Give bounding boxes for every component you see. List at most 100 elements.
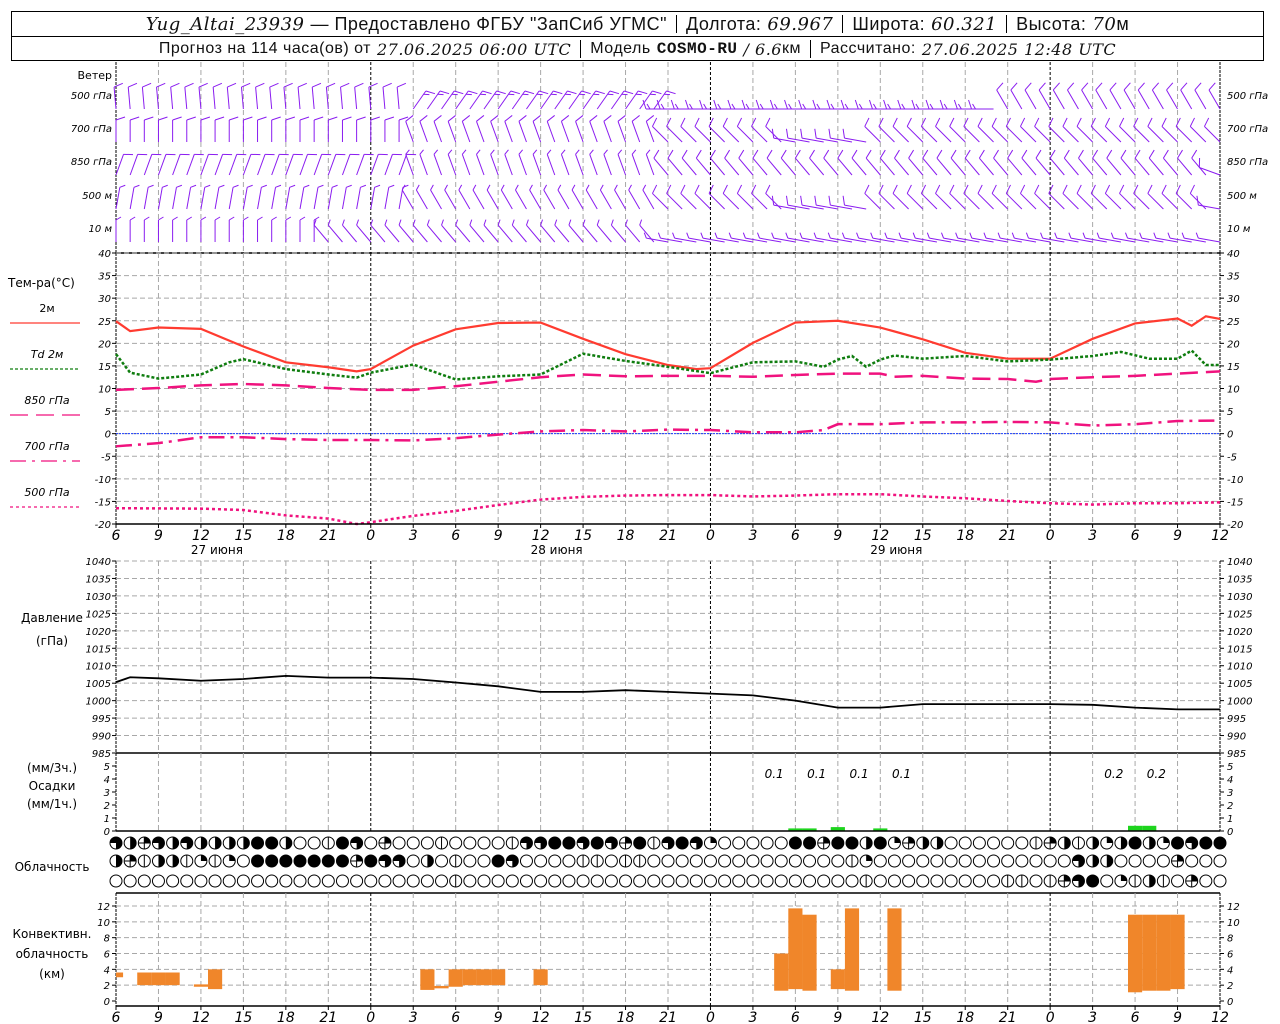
wind-barb-feather — [511, 219, 515, 226]
cloud-cover-symbol — [1086, 874, 1100, 888]
wind-barb-feather — [741, 99, 746, 110]
wind-barb — [639, 90, 662, 110]
wind-barb-feather — [666, 117, 672, 127]
cloud-circle — [1015, 854, 1029, 868]
cloud-fill — [1149, 837, 1156, 849]
cloud-cover-symbol — [604, 854, 618, 868]
cloud-circle — [760, 874, 774, 888]
y-tick-label-right: 8 — [1227, 934, 1233, 945]
wind-barb-feather — [765, 117, 771, 127]
cloud-cover-symbol — [1071, 874, 1085, 888]
wind-barb-feather — [935, 184, 941, 194]
wind-barb — [242, 116, 253, 142]
wind-barb-feather — [405, 149, 410, 155]
wind-barb — [906, 184, 924, 210]
wind-barb — [939, 99, 966, 110]
wind-barb-feather — [172, 116, 182, 121]
wind-barb — [405, 115, 414, 143]
cloud-circle — [732, 874, 746, 888]
cloud-circle — [916, 854, 930, 868]
wind-barb — [532, 149, 542, 176]
wind-barb-staff — [1034, 126, 1051, 143]
cloud-circle — [420, 836, 434, 850]
wind-barb — [642, 184, 655, 210]
wind-barb-feather — [312, 82, 322, 88]
cloud-circle — [477, 854, 491, 868]
wind-barb-staff — [490, 121, 499, 143]
cloud-circle — [647, 874, 661, 888]
cloud-cover-symbol — [817, 854, 831, 868]
wind-barb — [599, 184, 612, 210]
cloud-circle — [1199, 854, 1213, 868]
wind-barb-feather — [405, 115, 414, 122]
wind-barb — [752, 149, 768, 176]
cloud-circle — [902, 854, 916, 868]
wind-barb — [341, 116, 352, 142]
cloud-cover-symbol — [435, 854, 449, 868]
wind-barb-feather — [660, 103, 665, 110]
cloud-circle — [1057, 854, 1071, 868]
cloud-cover-symbol — [491, 854, 505, 868]
wind-barb — [1024, 82, 1037, 110]
wind-barb — [666, 184, 683, 210]
cloud-circle — [902, 874, 916, 888]
x-tick-label: 6 — [791, 528, 800, 544]
y-tick-label-left: 2 — [104, 981, 110, 992]
wind-barb-feather — [610, 219, 614, 226]
wind-barb — [826, 99, 852, 110]
y-tick-label-left: 1015 — [86, 644, 111, 655]
wind-barb — [483, 219, 499, 243]
wind-barb-feather — [978, 149, 985, 159]
wind-barb-feather — [993, 149, 999, 159]
wind-barb — [341, 184, 352, 210]
wind-barb-feather — [842, 128, 845, 139]
wind-barb — [198, 82, 208, 110]
cloud-cover-symbol — [760, 874, 774, 888]
wind-barb — [129, 153, 148, 176]
wind-barb-staff — [271, 187, 277, 210]
cloud-cover-symbol — [420, 836, 434, 850]
convective-cloud-bar — [165, 972, 180, 986]
wind-barb-staff — [285, 154, 294, 176]
cloud-circle — [307, 854, 321, 868]
cloud-cover-symbol — [633, 874, 647, 888]
cloud-fill — [229, 855, 236, 861]
cloud-circle — [987, 836, 1001, 850]
wind-barb — [285, 153, 303, 176]
wind-barb — [1151, 82, 1164, 110]
convective-cloud-bar — [802, 914, 817, 991]
wind-barb-staff — [518, 154, 527, 176]
cloud-cover-symbol — [477, 874, 491, 888]
wind-barb-feather — [382, 82, 392, 88]
meteogram: Ветер500 гПа 500 гПа700 гПа 700 гПа850 гПа… — [7, 62, 1268, 1024]
cloud-circle — [1029, 854, 1043, 868]
wind-barb — [476, 149, 485, 176]
cloud-fill — [1106, 837, 1113, 843]
cloud-circle — [364, 854, 378, 868]
wind-barb-feather — [496, 90, 506, 95]
wind-barb-staff — [504, 121, 513, 143]
wind-barb-feather — [901, 103, 906, 110]
wind-barb — [575, 149, 584, 176]
cloud-cover-symbol — [279, 854, 293, 868]
wind-barb-staff — [1076, 126, 1093, 143]
wind-barb-staff — [1038, 89, 1051, 110]
cloud-circle — [887, 874, 901, 888]
cloud-cover-symbol — [236, 874, 250, 888]
wind-barb-staff — [1062, 126, 1079, 143]
cloud-fill — [1064, 875, 1071, 881]
wind-barb-staff — [1120, 157, 1136, 176]
cloud-cover-symbol — [548, 874, 562, 888]
cloud-circle — [449, 836, 463, 850]
wind-barb-feather — [1092, 149, 1099, 159]
convective-unit: (км) — [39, 967, 65, 981]
wind-barb-feather — [926, 232, 930, 239]
wind-barb-feather — [1052, 82, 1060, 91]
wind-barb-staff — [472, 189, 485, 210]
wind-barb — [625, 90, 648, 110]
wind-barb-staff — [212, 87, 216, 110]
wind-barb-feather — [518, 115, 527, 122]
cloud-circle — [703, 874, 717, 888]
cloud-cover-symbol — [689, 874, 703, 888]
wind-barb — [1147, 117, 1164, 143]
